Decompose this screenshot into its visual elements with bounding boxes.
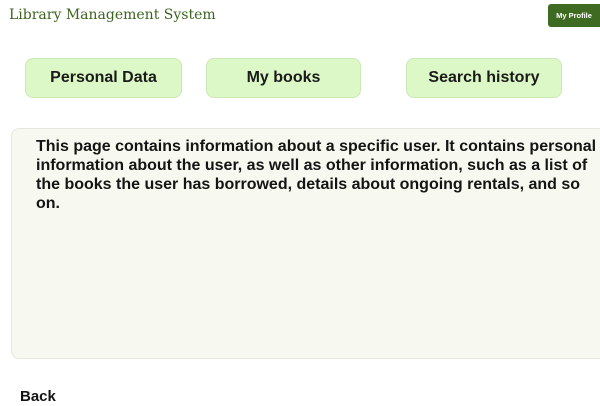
my-profile-button[interactable]: My Profile [548, 4, 600, 27]
tab-my-books[interactable]: My books [206, 58, 361, 98]
app-title: Library Management System [9, 7, 216, 23]
tab-personal-data[interactable]: Personal Data [25, 58, 182, 98]
tab-search-history[interactable]: Search history [406, 58, 562, 98]
back-link[interactable]: Back [20, 388, 56, 405]
content-panel: This page contains information about a s… [11, 128, 600, 359]
page-description: This page contains information about a s… [36, 138, 597, 212]
